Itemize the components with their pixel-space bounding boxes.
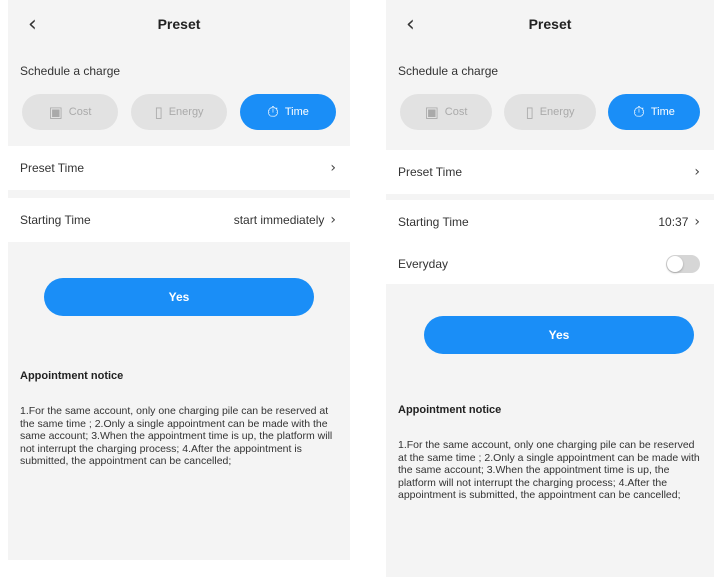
mode-time-label: Time: [650, 106, 675, 118]
preset-time-label: Preset Time: [20, 161, 85, 175]
section-label: Schedule a charge: [398, 64, 499, 78]
mode-cost-button[interactable]: ▣ Cost: [22, 94, 118, 130]
page-title: Preset: [528, 16, 572, 32]
chevron-right-icon: ›: [330, 160, 336, 176]
preset-screen-left: ‹ Preset Schedule a charge ▣ Cost ▯ Ener…: [8, 0, 350, 560]
starting-time-value: start immediately: [233, 213, 325, 227]
starting-time-row[interactable]: Starting Time start immediately ›: [8, 198, 350, 242]
mode-cost-label: Cost: [68, 106, 92, 118]
timer-icon: ⏱: [633, 103, 645, 121]
wallet-icon: ▣: [48, 103, 63, 121]
mode-energy-label: Energy: [539, 106, 575, 118]
chevron-right-icon: ›: [330, 212, 336, 228]
mode-energy-button[interactable]: ▯ Energy: [131, 94, 227, 130]
starting-time-label: Starting Time: [20, 213, 91, 227]
notice-title: Appointment notice: [20, 370, 124, 382]
starting-time-row[interactable]: Starting Time 10:37 ›: [386, 200, 714, 244]
mode-time-button[interactable]: ⏱ Time: [240, 94, 336, 130]
notice-title: Appointment notice: [398, 404, 502, 416]
notice-text: 1.For the same account, only one chargin…: [398, 439, 700, 502]
everyday-row: Everyday: [386, 244, 714, 284]
mode-time-button[interactable]: ⏱ Time: [608, 94, 700, 130]
wallet-icon: ▣: [424, 103, 439, 121]
timer-icon: ⏱: [267, 103, 279, 121]
everyday-label: Everyday: [398, 257, 449, 271]
mode-time-label: Time: [284, 106, 309, 118]
mode-energy-button[interactable]: ▯ Energy: [504, 94, 596, 130]
toggle-knob: [667, 256, 683, 272]
preset-time-row[interactable]: Preset Time ›: [8, 146, 350, 190]
battery-icon: ▯: [154, 103, 163, 121]
preset-time-label: Preset Time: [398, 165, 463, 179]
chevron-right-icon: ›: [694, 214, 700, 230]
mode-selector: ▣ Cost ▯ Energy ⏱ Time: [8, 84, 350, 146]
mode-energy-label: Energy: [168, 106, 204, 118]
header: ‹ Preset: [386, 0, 714, 52]
mode-cost-button[interactable]: ▣ Cost: [400, 94, 492, 130]
section-label: Schedule a charge: [20, 64, 121, 78]
header: ‹ Preset: [8, 0, 350, 52]
everyday-toggle[interactable]: [666, 255, 700, 273]
starting-time-label: Starting Time: [398, 215, 469, 229]
yes-button[interactable]: Yes: [44, 278, 314, 316]
yes-button[interactable]: Yes: [424, 316, 694, 354]
preset-time-row[interactable]: Preset Time ›: [386, 150, 714, 194]
starting-time-value: 10:37: [658, 215, 689, 229]
chevron-right-icon: ›: [694, 164, 700, 180]
page-title: Preset: [157, 16, 201, 32]
battery-icon: ▯: [525, 103, 534, 121]
mode-cost-label: Cost: [444, 106, 468, 118]
notice-text: 1.For the same account, only one chargin…: [20, 405, 333, 468]
mode-selector: ▣ Cost ▯ Energy ⏱ Time: [386, 84, 714, 146]
preset-screen-right: ‹ Preset Schedule a charge ▣ Cost ▯ Ener…: [386, 0, 714, 577]
